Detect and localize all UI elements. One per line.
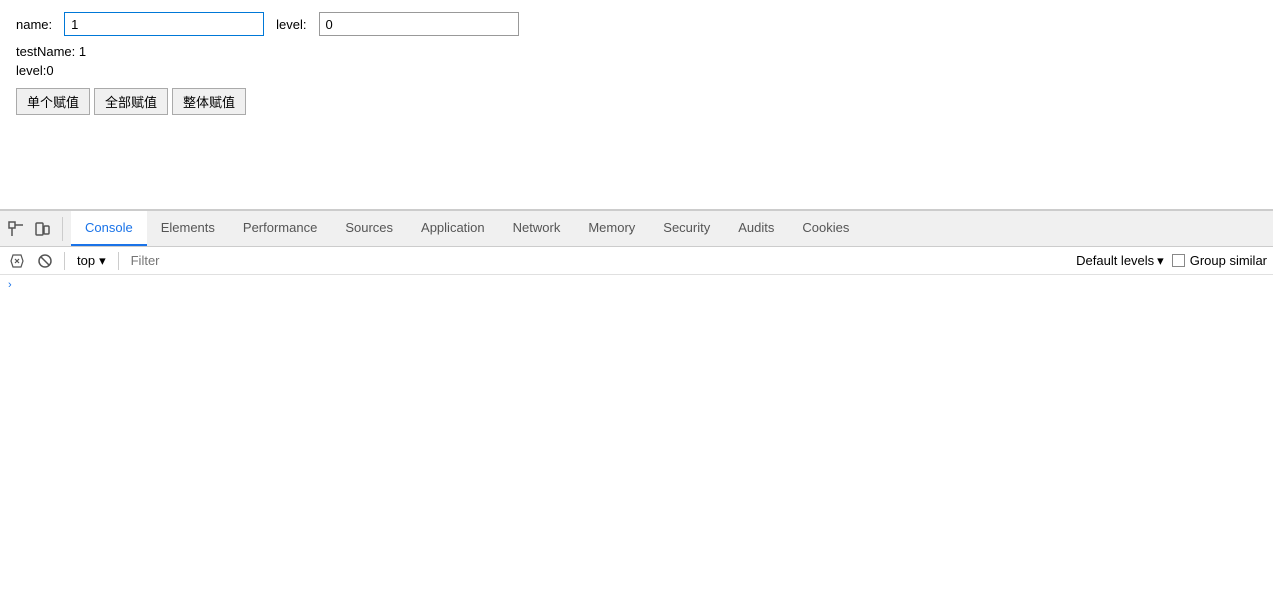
context-arrow: ▾ (99, 253, 106, 269)
all-assign-button[interactable]: 全部赋值 (94, 88, 168, 115)
default-levels-selector[interactable]: Default levels ▾ (1076, 253, 1164, 269)
level-label: level: (276, 17, 306, 32)
console-toolbar: top ▾ Default levels ▾ Group similar (0, 247, 1273, 275)
default-levels-arrow: ▾ (1157, 253, 1164, 269)
devtools-panel: Console Elements Performance Sources App… (0, 210, 1273, 555)
filter-input[interactable] (127, 251, 1071, 270)
console-prompt-row[interactable]: › (8, 279, 1265, 291)
tab-performance[interactable]: Performance (229, 211, 331, 246)
context-selector[interactable]: top ▾ (73, 251, 110, 271)
button-row: 单个赋值 全部赋值 整体赋值 (16, 88, 1257, 115)
tab-console[interactable]: Console (71, 211, 147, 246)
block-icon[interactable] (34, 250, 56, 272)
inspect-icon[interactable] (4, 217, 28, 241)
tab-elements[interactable]: Elements (147, 211, 229, 246)
level-input[interactable] (319, 12, 519, 36)
tab-audits[interactable]: Audits (724, 211, 788, 246)
level-text: level:0 (16, 63, 1257, 78)
tab-icons (4, 217, 63, 241)
main-content: name: level: testName: 1 level:0 单个赋值 全部… (0, 0, 1273, 210)
group-similar-label: Group similar (1190, 253, 1267, 268)
test-name-text: testName: 1 (16, 44, 1257, 59)
toolbar-separator (64, 252, 65, 270)
tab-security[interactable]: Security (649, 211, 724, 246)
name-label: name: (16, 17, 52, 32)
name-input[interactable] (64, 12, 264, 36)
tabs-bar: Console Elements Performance Sources App… (0, 211, 1273, 247)
group-similar-checkbox[interactable] (1172, 254, 1185, 267)
chevron-right-icon: › (8, 279, 12, 291)
device-icon[interactable] (30, 217, 54, 241)
toolbar-separator-2 (118, 252, 119, 270)
tabs-list: Console Elements Performance Sources App… (71, 211, 863, 246)
console-output: › (0, 275, 1273, 555)
tab-sources[interactable]: Sources (331, 211, 407, 246)
single-assign-button[interactable]: 单个赋值 (16, 88, 90, 115)
tab-application[interactable]: Application (407, 211, 499, 246)
whole-assign-button[interactable]: 整体赋值 (172, 88, 246, 115)
right-controls: Default levels ▾ Group similar (1076, 253, 1267, 269)
name-row: name: level: (16, 12, 1257, 36)
tab-memory[interactable]: Memory (574, 211, 649, 246)
default-levels-label: Default levels (1076, 253, 1154, 268)
tab-network[interactable]: Network (499, 211, 575, 246)
context-label: top (77, 253, 95, 268)
tab-cookies[interactable]: Cookies (788, 211, 863, 246)
group-similar-control[interactable]: Group similar (1172, 253, 1267, 268)
clear-console-button[interactable] (6, 250, 28, 272)
